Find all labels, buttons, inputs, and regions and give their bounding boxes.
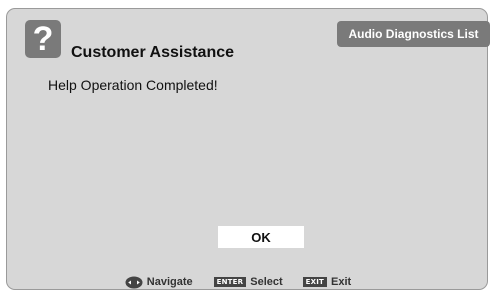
navigate-hint: Navigate [125, 276, 193, 289]
dialog-title: Customer Assistance [71, 44, 235, 61]
question-mark-icon: ? [25, 20, 61, 58]
navigate-dpad-icon [125, 276, 143, 288]
status-message: Help Operation Completed! [48, 77, 218, 93]
audio-diagnostics-list-tab[interactable]: Audio Diagnostics List [337, 21, 490, 47]
ok-button[interactable]: OK [218, 226, 304, 248]
exit-label: Exit [331, 276, 352, 288]
select-hint: ENTER Select [213, 276, 283, 288]
select-label: Select [250, 276, 283, 288]
question-mark-glyph: ? [32, 20, 54, 58]
enter-key-icon: ENTER [213, 277, 247, 287]
exit-hint: EXIT Exit [302, 276, 352, 288]
exit-key-icon: EXIT [302, 277, 328, 287]
footer-hints: Navigate ENTER Select EXIT Exit [0, 273, 496, 291]
navigate-label: Navigate [146, 276, 193, 288]
customer-assistance-dialog: ? Customer Assistance Audio Diagnostics … [6, 8, 490, 290]
